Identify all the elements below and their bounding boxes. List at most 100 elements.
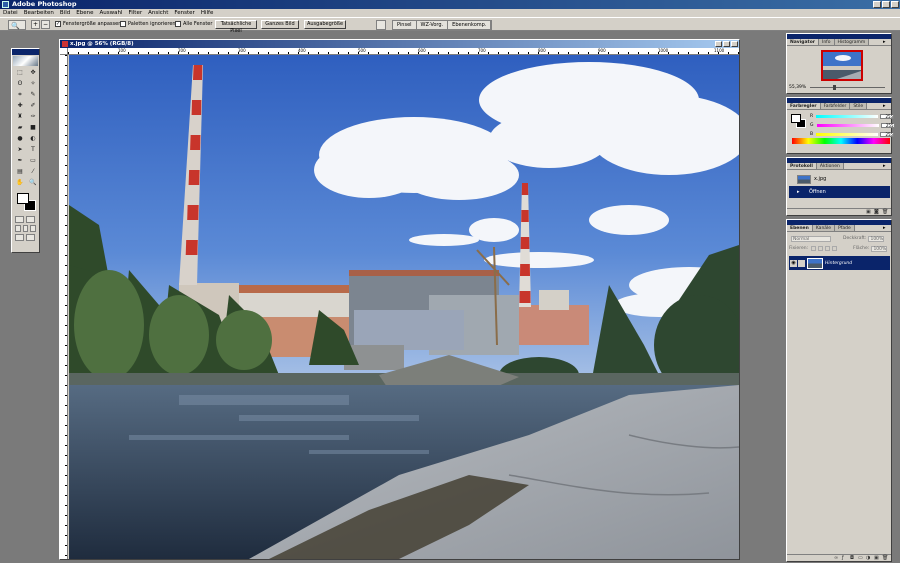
help-icon[interactable]	[26, 234, 35, 241]
delete-layer-icon[interactable]: 🗑	[882, 555, 888, 561]
zoom-level[interactable]: 55,39%	[789, 85, 806, 90]
tab-farbfelder[interactable]: Farbfelder	[820, 103, 851, 109]
b-slider[interactable]	[816, 132, 879, 136]
type-tool-icon[interactable]: T	[27, 145, 39, 155]
trash-icon[interactable]: 🗑	[882, 209, 888, 215]
all-windows-checkbox[interactable]: Alle Fenster	[175, 21, 212, 27]
well-tab-pinsel[interactable]: Pinsel	[393, 21, 417, 29]
doc-maximize-button[interactable]	[723, 41, 730, 47]
dodge-tool-icon[interactable]: ◐	[27, 134, 39, 144]
quickmask-mode-icon[interactable]	[26, 216, 35, 223]
color-spectrum-bar[interactable]	[792, 138, 890, 144]
menu-fenster[interactable]: Fenster	[174, 9, 194, 17]
navigator-preview[interactable]	[821, 50, 863, 81]
history-step-open[interactable]: ▸ Öffnen	[789, 186, 890, 198]
ignore-palettes-checkbox[interactable]: Paletten ignorieren	[120, 21, 176, 27]
lasso-tool-icon[interactable]: ʘ	[14, 79, 26, 89]
maximize-button[interactable]	[882, 1, 890, 8]
tab-farbregler[interactable]: Farbregler	[787, 103, 821, 109]
slice-tool-icon[interactable]: ✎	[27, 90, 39, 100]
screen-mode-full-icon[interactable]	[30, 225, 37, 232]
tool-preset-picker[interactable]: 🔍	[8, 20, 26, 30]
tab-ebenen[interactable]: Ebenen	[787, 225, 813, 231]
lock-all-icon[interactable]	[832, 246, 838, 251]
tab-kanaele[interactable]: Kanäle	[812, 225, 836, 231]
doc-close-button[interactable]	[731, 41, 738, 47]
color-fg-swatch[interactable]	[791, 114, 801, 123]
crop-tool-icon[interactable]: ⌗	[14, 90, 26, 100]
path-selection-tool-icon[interactable]: ➤	[14, 145, 26, 155]
clone-stamp-tool-icon[interactable]: ♜	[14, 112, 26, 122]
palette-menu-icon[interactable]: ▸	[883, 164, 889, 169]
tab-info[interactable]: Info	[819, 39, 835, 45]
r-value[interactable]: 255	[880, 113, 895, 119]
fit-screen-button[interactable]: Ganzes Bild	[261, 20, 299, 29]
foreground-color[interactable]	[17, 193, 29, 204]
palette-menu-icon[interactable]: ▸	[883, 40, 889, 45]
g-value[interactable]: 255	[880, 122, 895, 128]
pen-tool-icon[interactable]: ✒	[14, 156, 26, 166]
tab-histogram[interactable]: Histogramm	[834, 39, 870, 45]
menu-ebene[interactable]: Ebene	[76, 9, 93, 17]
g-slider[interactable]	[816, 123, 879, 127]
well-tab-wz-vorg[interactable]: WZ-Vorg.	[416, 21, 449, 29]
fit-window-checkbox[interactable]: ✓ Fenstergröße anpassen	[55, 21, 121, 27]
healing-brush-tool-icon[interactable]: ✚	[14, 101, 26, 111]
lock-transparency-icon[interactable]	[811, 246, 817, 251]
tab-navigator[interactable]: Navigator	[787, 39, 819, 45]
blend-mode-select[interactable]: Normal	[791, 235, 831, 242]
new-group-icon[interactable]: ▭	[858, 555, 863, 561]
doc-minimize-button[interactable]	[715, 41, 722, 47]
ruler-origin[interactable]	[60, 48, 68, 55]
jump-to-imageready-icon[interactable]	[15, 234, 24, 241]
tab-stile[interactable]: Stile	[850, 103, 868, 109]
menu-ansicht[interactable]: Ansicht	[148, 9, 168, 17]
zoom-tool-icon[interactable]: 🔍	[27, 178, 39, 188]
notes-tool-icon[interactable]: ▤	[14, 167, 26, 177]
magic-wand-tool-icon[interactable]: ✧	[27, 79, 39, 89]
menu-bearbeiten[interactable]: Bearbeiten	[24, 9, 54, 17]
hand-tool-icon[interactable]: ✋	[14, 178, 26, 188]
lock-position-icon[interactable]	[825, 246, 831, 251]
layer-mask-icon[interactable]: ◘	[850, 555, 855, 561]
horizontal-ruler[interactable]: 100 200 300 400 500 600 700 800 900 1000…	[68, 48, 739, 55]
print-size-button[interactable]: Ausgabegröße	[304, 20, 346, 29]
close-button[interactable]	[891, 1, 899, 8]
brush-palette-icon[interactable]	[376, 20, 386, 30]
menu-bild[interactable]: Bild	[60, 9, 70, 17]
minimize-button[interactable]	[873, 1, 881, 8]
history-snapshot[interactable]: x.jpg	[789, 173, 890, 185]
image-canvas[interactable]	[69, 55, 739, 559]
gradient-tool-icon[interactable]: ■	[27, 123, 39, 133]
actual-pixels-button[interactable]: Tatsächliche Pixel	[215, 20, 257, 34]
blur-tool-icon[interactable]: ●	[14, 134, 26, 144]
menu-auswahl[interactable]: Auswahl	[99, 9, 122, 17]
shape-tool-icon[interactable]: ▭	[27, 156, 39, 166]
eraser-tool-icon[interactable]: ▰	[14, 123, 26, 133]
well-tab-ebenenkomp[interactable]: Ebenenkomp.	[448, 21, 492, 29]
history-brush-tool-icon[interactable]: ✑	[27, 112, 39, 122]
layer-style-icon[interactable]: ƒ	[842, 555, 847, 561]
fill-field[interactable]: 100%	[871, 245, 888, 252]
b-value[interactable]: 255	[880, 131, 895, 137]
menu-filter[interactable]: Filter	[128, 9, 142, 17]
tab-protokoll[interactable]: Protokoll	[787, 163, 817, 169]
menu-datei[interactable]: Datei	[3, 9, 18, 17]
zoom-slider[interactable]	[810, 84, 885, 90]
new-document-from-state-icon[interactable]: ▣	[866, 209, 871, 215]
link-layers-icon[interactable]: ∞	[834, 555, 839, 561]
adjustment-layer-icon[interactable]: ◑	[866, 555, 871, 561]
zoom-in-button[interactable]: +	[31, 20, 40, 29]
brush-tool-icon[interactable]: ✐	[27, 101, 39, 111]
zoom-out-button[interactable]: −	[41, 20, 50, 29]
move-tool-icon[interactable]: ✥	[27, 68, 39, 78]
screen-mode-standard-icon[interactable]	[15, 225, 21, 232]
menu-hilfe[interactable]: Hilfe	[201, 9, 214, 17]
layer-hintergrund[interactable]: ◉ Hintergrund	[789, 256, 890, 270]
new-layer-icon[interactable]: ▣	[874, 555, 879, 561]
r-slider[interactable]	[816, 114, 879, 118]
standard-mode-icon[interactable]	[15, 216, 24, 223]
layer-visibility-eye-icon[interactable]: ◉	[790, 259, 797, 267]
marquee-tool-icon[interactable]: ⬚	[14, 68, 26, 78]
palette-menu-icon[interactable]: ▸	[883, 226, 889, 231]
